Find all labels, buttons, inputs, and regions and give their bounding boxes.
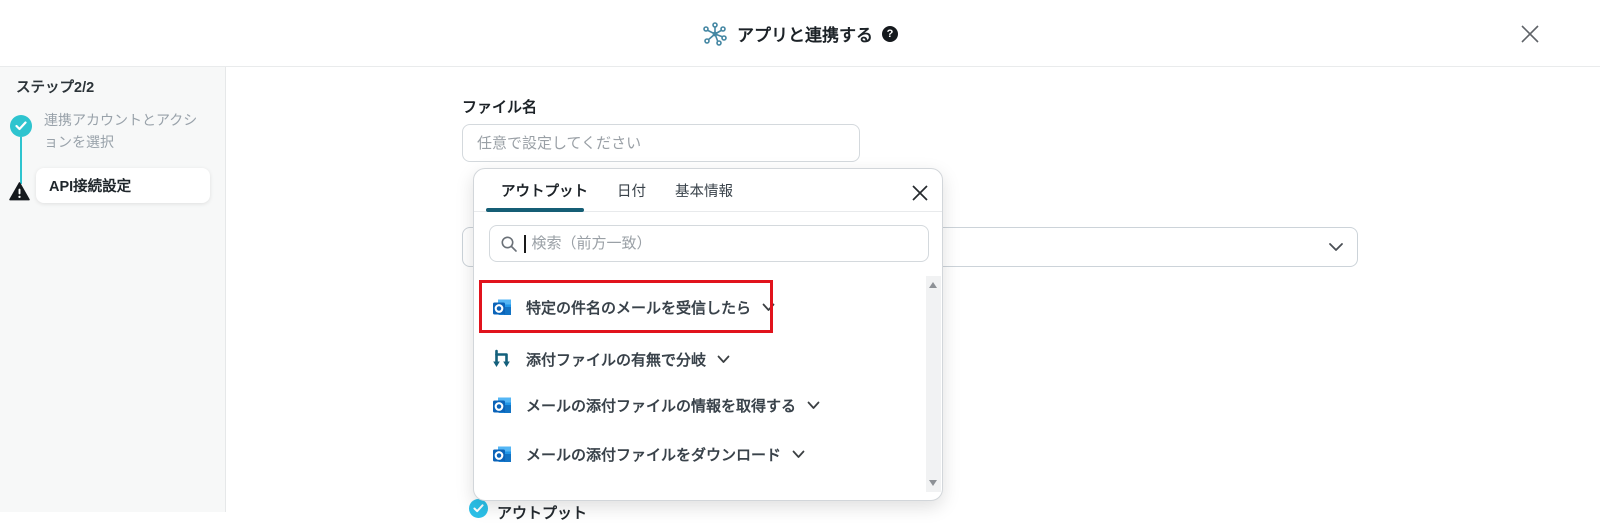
step-connector-line (20, 137, 22, 184)
output-item-get-attachment-info[interactable]: メールの添付ファイルの情報を取得する (491, 390, 820, 420)
dialog-title: アプリと連携する (737, 26, 873, 45)
chevron-down-icon (1329, 243, 1343, 251)
branch-icon (493, 349, 510, 367)
section-check-icon (469, 499, 488, 518)
section-title: アウトプット (497, 505, 588, 522)
close-icon (912, 185, 928, 201)
chevron-down-icon[interactable] (792, 450, 805, 459)
output-item-label: メールの添付ファイルの情報を取得する (526, 397, 797, 415)
tab-date[interactable]: 日付 (617, 180, 646, 201)
step-counter: ステップ2/2 (16, 80, 95, 96)
tab-basic-info[interactable]: 基本情報 (675, 180, 733, 201)
output-item-mail-received[interactable]: 特定の件名のメールを受信したら (491, 292, 775, 322)
help-icon[interactable]: ? (882, 25, 898, 42)
warning-icon (9, 182, 30, 201)
below-output-section: アウトプット (469, 499, 587, 523)
scroll-up-icon[interactable] (929, 282, 937, 288)
tab-output[interactable]: アウトプット (501, 180, 588, 201)
file-name-label: ファイル名 (462, 99, 538, 116)
outlook-icon (493, 397, 511, 413)
search-icon (501, 236, 517, 252)
chevron-down-icon[interactable] (807, 401, 820, 410)
output-item-download-attachment[interactable]: メールの添付ファイルをダウンロード (491, 439, 805, 469)
output-item-branch[interactable]: 添付ファイルの有無で分岐 (491, 344, 730, 374)
file-name-input[interactable] (462, 124, 860, 162)
popup-close-button[interactable] (908, 181, 932, 205)
dialog-header: アプリと連携する ? (0, 0, 1600, 67)
sidebar-step-2[interactable]: API接続設定 (36, 168, 210, 203)
output-picker-popup: アウトプット 日付 基本情報 特定の件名のメールを受信したら (473, 168, 943, 501)
output-item-label: 添付ファイルの有無で分岐 (526, 351, 707, 369)
chevron-down-icon[interactable] (717, 355, 730, 364)
popup-scrollbar[interactable] (926, 276, 941, 492)
text-caret (524, 234, 526, 253)
scroll-down-icon[interactable] (929, 480, 937, 486)
sidebar-step-2-label: API接続設定 (49, 179, 132, 195)
outlook-icon (493, 299, 511, 315)
steps-sidebar: ステップ2/2 連携アカウントとアクションを選択 API接続設定 (0, 67, 226, 512)
close-icon (1521, 25, 1539, 43)
outlook-icon (493, 446, 511, 462)
output-item-label: メールの添付ファイルをダウンロード (526, 446, 782, 464)
step-done-icon (10, 115, 32, 137)
output-item-label: 特定の件名のメールを受信したら (526, 299, 752, 317)
popup-search-input[interactable] (531, 235, 918, 252)
active-tab-underline (486, 208, 584, 212)
popup-tabs: アウトプット 日付 基本情報 (474, 169, 942, 212)
integration-network-icon (703, 21, 727, 46)
dialog-close-button[interactable] (1516, 20, 1544, 48)
sidebar-step-1[interactable]: 連携アカウントとアクションを選択 (44, 110, 206, 153)
popup-search-box (489, 225, 929, 262)
chevron-down-icon[interactable] (762, 303, 775, 312)
check-icon (15, 121, 27, 131)
